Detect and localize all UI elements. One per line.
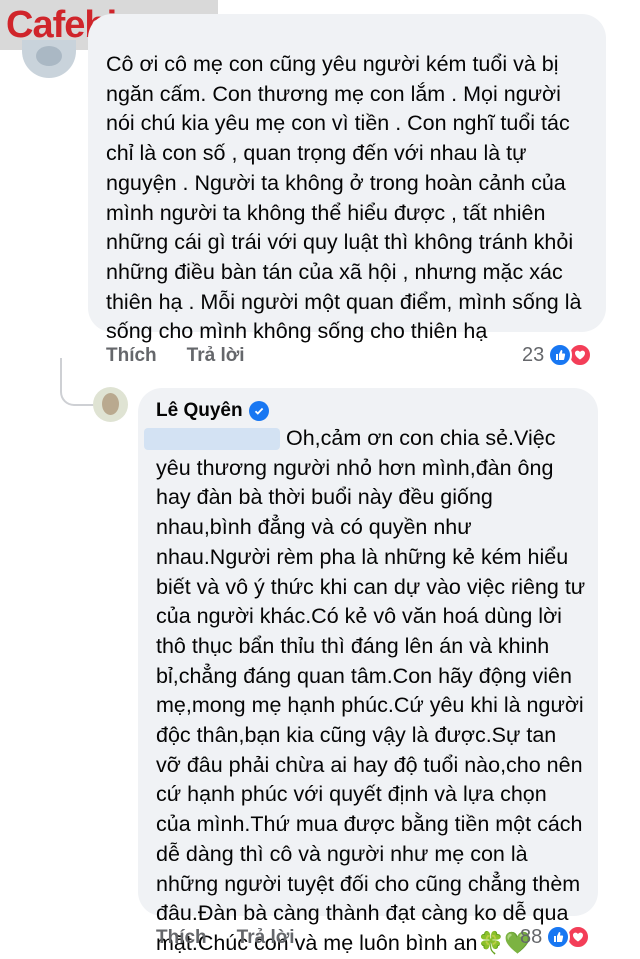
- reply-author[interactable]: Lê Quyên: [156, 400, 269, 422]
- comment-reply-button[interactable]: Trả lời: [187, 345, 245, 366]
- reply-reaction-count: 88: [520, 925, 543, 948]
- comment-bubble: Cô ơi cô mẹ con cũng yêu người kém tuổi …: [88, 14, 606, 343]
- reply-reactions[interactable]: 88: [520, 925, 591, 949]
- reply-reply-button[interactable]: Trả lời: [237, 927, 295, 948]
- reply-bubble: Lê Quyên Oh,cảm ơn con chia sẻ.Việc yêu …: [138, 388, 598, 955]
- comment-text: Cô ơi cô mẹ con cũng yêu người kém tuổi …: [106, 52, 582, 344]
- reply-text: Oh,cảm ơn con chia sẻ.Việc yêu thương ng…: [156, 424, 586, 959]
- commenter-avatar[interactable]: [22, 40, 76, 78]
- comment-actions: Thích Trả lời: [106, 345, 275, 367]
- like-reaction-icon: [548, 343, 573, 367]
- verified-badge-icon: [248, 401, 269, 421]
- reply-like-button[interactable]: Thích: [156, 927, 207, 948]
- reply-body: Oh,cảm ơn con chia sẻ.Việc yêu thương ng…: [156, 426, 586, 955]
- reply-author-name[interactable]: Lê Quyên: [156, 400, 243, 422]
- reply-actions: Thích Trả lời: [156, 927, 325, 949]
- like-reaction-icon: [546, 925, 571, 949]
- reply-author-avatar[interactable]: [93, 387, 128, 422]
- comment-reactions[interactable]: 23: [522, 343, 593, 367]
- comment-like-button[interactable]: Thích: [106, 345, 157, 366]
- clover-emoji: 🍀: [477, 930, 505, 955]
- reaction-count: 23: [522, 343, 545, 366]
